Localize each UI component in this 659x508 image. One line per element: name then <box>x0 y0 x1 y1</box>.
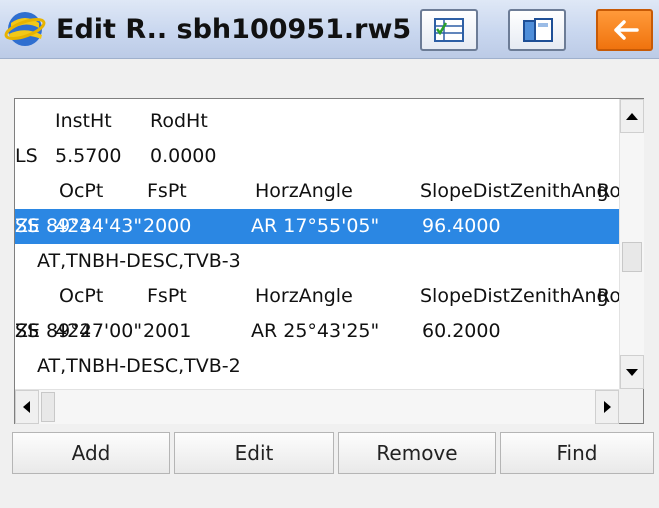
globe-app-icon <box>4 12 46 46</box>
vertical-scrollbar[interactable] <box>619 99 644 389</box>
record-cell: 2000 <box>143 215 192 237</box>
horizontal-scrollbar[interactable] <box>15 389 619 424</box>
title-bar: Edit R.. sbh100951.rw5 <box>0 0 659 59</box>
record-row[interactable]: SS 424 2001 AR 25°43'25" 60.2000 ZE 89°27'00" <box>15 314 619 349</box>
column-header: InstHt <box>55 110 112 132</box>
record-cell: ZE 89°34'43" <box>15 215 143 237</box>
scroll-right-button[interactable] <box>595 390 619 424</box>
edit-button[interactable]: Edit <box>174 432 334 474</box>
record-cell: ZE 89°27'00" <box>15 320 143 342</box>
add-button[interactable]: Add <box>12 432 170 474</box>
file-copy-button[interactable] <box>508 9 566 51</box>
column-header: RodHt <box>150 110 208 132</box>
column-header-row[interactable]: OcPt FsPt HorzAngle SlopeDist ZenithAng Ro <box>15 174 619 209</box>
vertical-scroll-thumb[interactable] <box>622 242 642 272</box>
record-code: LS <box>15 145 38 167</box>
triangle-left-icon <box>23 401 30 413</box>
note-row[interactable]: AT,TNBH-DESC,TVB-2 <box>15 349 619 384</box>
column-header-row[interactable]: OcPt FsPt HorzAngle SlopeDist ZenithAng Ro <box>15 279 619 314</box>
back-arrow-icon <box>614 20 639 40</box>
column-header: FsPt <box>147 285 187 307</box>
scroll-up-button[interactable] <box>620 99 644 133</box>
column-header: HorzAngle <box>255 285 353 307</box>
triangle-right-icon <box>604 401 611 413</box>
table-view-button[interactable] <box>420 9 478 51</box>
note-text: AT,TNBH-DESC,TVB-2 <box>37 355 241 377</box>
column-header: OcPt <box>59 180 104 202</box>
triangle-up-icon <box>626 113 638 120</box>
scrollbar-corner <box>619 389 643 423</box>
column-header: OcPt <box>59 285 104 307</box>
window-title: Edit R.. sbh100951.rw5 <box>56 14 412 45</box>
note-row[interactable]: AT,TNBH-DESC,TVB-3 <box>15 244 619 279</box>
record-cell: AR 25°43'25" <box>251 320 380 342</box>
record-row-selected[interactable]: SS 424 2000 AR 17°55'05" 96.4000 ZE 89°34'43" <box>15 209 619 244</box>
record-cell: 2001 <box>143 320 192 342</box>
column-header: FsPt <box>147 180 187 202</box>
column-header: SlopeDist <box>420 180 510 202</box>
record-cell: 60.2000 <box>422 320 501 342</box>
remove-button[interactable]: Remove <box>338 432 496 474</box>
find-button[interactable]: Find <box>500 432 654 474</box>
column-header-row[interactable]: InstHt RodHt <box>15 104 619 139</box>
record-cell: AR 17°55'05" <box>251 215 380 237</box>
column-header: Ro <box>597 180 619 202</box>
scroll-left-button[interactable] <box>15 390 39 424</box>
file-copy-icon <box>523 18 553 42</box>
table-checkbox-icon <box>434 18 464 42</box>
back-button[interactable] <box>596 9 653 51</box>
column-header: HorzAngle <box>255 180 353 202</box>
triangle-down-icon <box>626 369 638 376</box>
column-header: ZenithAng <box>510 180 609 202</box>
note-text: AT,TNBH-DESC,TVB-3 <box>37 250 241 272</box>
scroll-down-button[interactable] <box>620 355 644 389</box>
record-row[interactable]: LS 5.5700 0.0000 <box>15 139 619 174</box>
column-header: Ro <box>597 285 619 307</box>
record-cell: 5.5700 <box>55 145 122 167</box>
column-header: SlopeDist <box>420 285 510 307</box>
record-cell: 96.4000 <box>422 215 501 237</box>
raw-data-list: InstHt RodHt LS 5.5700 0.0000 OcPt FsPt HorzAng… <box>14 98 644 424</box>
horizontal-scroll-thumb[interactable] <box>41 392 55 422</box>
record-cell: 0.0000 <box>150 145 217 167</box>
column-header: ZenithAng <box>510 285 609 307</box>
raw-data-listview[interactable]: InstHt RodHt LS 5.5700 0.0000 OcPt FsPt HorzAng… <box>15 99 619 389</box>
